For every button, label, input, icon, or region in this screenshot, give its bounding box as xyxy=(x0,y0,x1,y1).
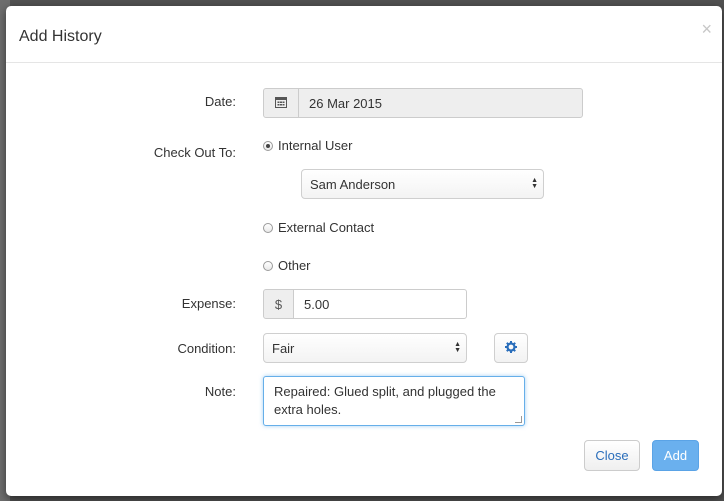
date-label: Date: xyxy=(204,94,236,109)
modal-title: Add History xyxy=(19,28,102,45)
close-icon[interactable]: × xyxy=(701,20,712,38)
calendar-icon xyxy=(275,96,287,111)
date-field[interactable]: 26 Mar 2015 xyxy=(298,88,583,118)
currency-addon: $ xyxy=(263,289,294,319)
condition-select-value: Fair xyxy=(272,340,295,356)
select-arrows-icon: ▲ ▼ xyxy=(531,177,538,190)
close-button[interactable]: Close xyxy=(584,440,640,471)
select-arrows-icon: ▲ ▼ xyxy=(454,341,461,354)
add-button[interactable]: Add xyxy=(652,440,699,471)
condition-settings-button[interactable] xyxy=(494,333,528,363)
radio-internal-user-label: Internal User xyxy=(278,138,353,153)
add-history-modal: Add History × Date: 26 Mar 2015 Check Ou… xyxy=(6,6,722,496)
modal-header: Add History × xyxy=(6,6,722,63)
radio-external-contact[interactable]: External Contact xyxy=(263,220,374,236)
note-text: Repaired: Glued split, and plugged the e… xyxy=(274,384,496,417)
check-out-to-label: Check Out To: xyxy=(153,145,236,160)
radio-internal-user[interactable]: Internal User xyxy=(263,138,352,154)
condition-label: Condition: xyxy=(177,341,236,356)
internal-user-select[interactable]: Sam Anderson ▲ ▼ xyxy=(301,169,544,199)
radio-internal-user-button[interactable] xyxy=(263,141,273,151)
radio-external-contact-label: External Contact xyxy=(278,220,375,235)
resize-handle-icon[interactable] xyxy=(515,416,522,423)
expense-label: Expense: xyxy=(181,296,236,311)
expense-input[interactable]: 5.00 xyxy=(293,289,467,319)
internal-user-select-value: Sam Anderson xyxy=(310,176,396,192)
radio-external-contact-button[interactable] xyxy=(263,223,273,233)
gear-icon xyxy=(505,340,517,356)
radio-other[interactable]: Other xyxy=(263,258,311,274)
calendar-button[interactable] xyxy=(263,88,299,118)
condition-select[interactable]: Fair ▲ ▼ xyxy=(263,333,467,363)
radio-other-label: Other xyxy=(278,258,311,273)
note-label: Note: xyxy=(204,384,236,399)
note-textarea[interactable]: Repaired: Glued split, and plugged the e… xyxy=(263,376,525,426)
dollar-sign: $ xyxy=(274,296,283,312)
radio-other-button[interactable] xyxy=(263,261,273,271)
